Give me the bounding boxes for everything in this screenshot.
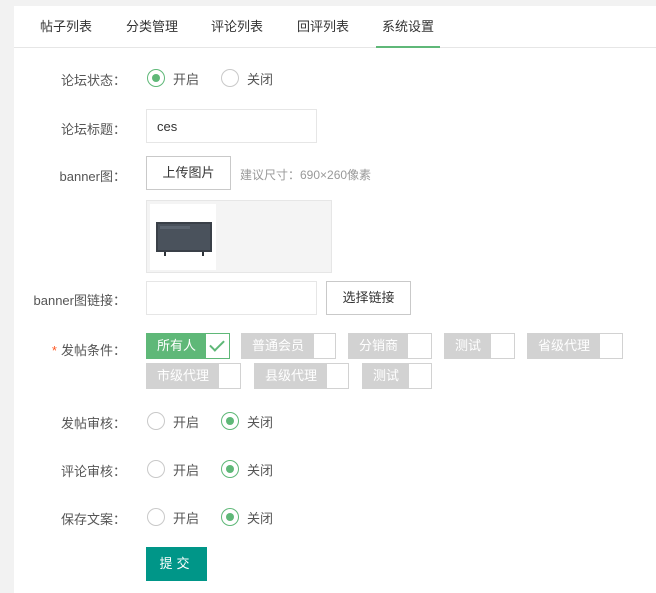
upload-image-button[interactable]: 上传图片 xyxy=(146,156,231,190)
post-review-off-radio[interactable]: 关闭 xyxy=(221,411,273,431)
banner-link-input[interactable] xyxy=(146,281,317,315)
forum-status-on-radio[interactable]: 开启 xyxy=(147,68,199,88)
radio-unchecked-icon xyxy=(147,412,165,430)
forum-title-label: 论坛标题： xyxy=(60,122,126,137)
choose-link-button[interactable]: 选择链接 xyxy=(326,281,411,315)
banner-size-hint: 建议尺寸：690×260像素 xyxy=(240,168,372,182)
tab-system-settings[interactable]: 系统设置 xyxy=(376,6,440,48)
condition-checkbox-test[interactable]: 测试 xyxy=(444,333,515,359)
post-review-on-radio[interactable]: 开启 xyxy=(147,411,199,431)
required-mark: * xyxy=(51,343,57,358)
condition-checkbox-provincial-agent[interactable]: 省级代理 xyxy=(527,333,623,359)
radio-unchecked-icon xyxy=(147,508,165,526)
condition-checkbox-member[interactable]: 普通会员 xyxy=(241,333,336,359)
radio-checked-icon xyxy=(147,69,165,87)
condition-checkbox-all[interactable]: 所有人 xyxy=(146,333,230,359)
condition-checkbox-county-agent[interactable]: 县级代理 xyxy=(254,363,349,389)
save-copy-off-radio[interactable]: 关闭 xyxy=(221,507,273,527)
forum-status-label: 论坛状态： xyxy=(60,73,126,88)
condition-checkbox-distributor[interactable]: 分销商 xyxy=(348,333,432,359)
radio-checked-icon xyxy=(221,412,239,430)
banner-thumbnail xyxy=(150,204,216,270)
radio-unchecked-icon xyxy=(221,69,239,87)
tv-image-icon xyxy=(156,222,212,256)
tab-bar: 帖子列表 分类管理 评论列表 回评列表 系统设置 xyxy=(14,6,656,48)
check-icon xyxy=(206,334,229,358)
tab-comment-list[interactable]: 评论列表 xyxy=(205,6,269,48)
comment-review-label: 评论审核： xyxy=(60,464,126,479)
banner-preview-box xyxy=(146,200,332,273)
post-review-label: 发帖审核： xyxy=(60,416,126,431)
condition-checkbox-test-2[interactable]: 测试 xyxy=(362,363,432,389)
forum-status-off-radio[interactable]: 关闭 xyxy=(221,68,273,88)
tab-category-management[interactable]: 分类管理 xyxy=(120,6,184,48)
tab-post-list[interactable]: 帖子列表 xyxy=(34,6,98,48)
save-copy-on-radio[interactable]: 开启 xyxy=(147,507,199,527)
condition-checkbox-city-agent[interactable]: 市级代理 xyxy=(146,363,241,389)
radio-unchecked-icon xyxy=(147,460,165,478)
radio-checked-icon xyxy=(221,508,239,526)
tab-reply-list[interactable]: 回评列表 xyxy=(291,6,355,48)
radio-checked-icon xyxy=(221,460,239,478)
comment-review-on-radio[interactable]: 开启 xyxy=(147,459,199,479)
post-condition-label: * 发帖条件： xyxy=(51,343,126,358)
banner-link-label: banner图链接： xyxy=(33,293,126,308)
save-copy-label: 保存文案： xyxy=(60,512,126,527)
forum-title-input[interactable] xyxy=(146,109,317,143)
submit-button[interactable]: 提交 xyxy=(146,547,207,581)
banner-label: banner图： xyxy=(59,169,126,184)
comment-review-off-radio[interactable]: 关闭 xyxy=(221,459,273,479)
